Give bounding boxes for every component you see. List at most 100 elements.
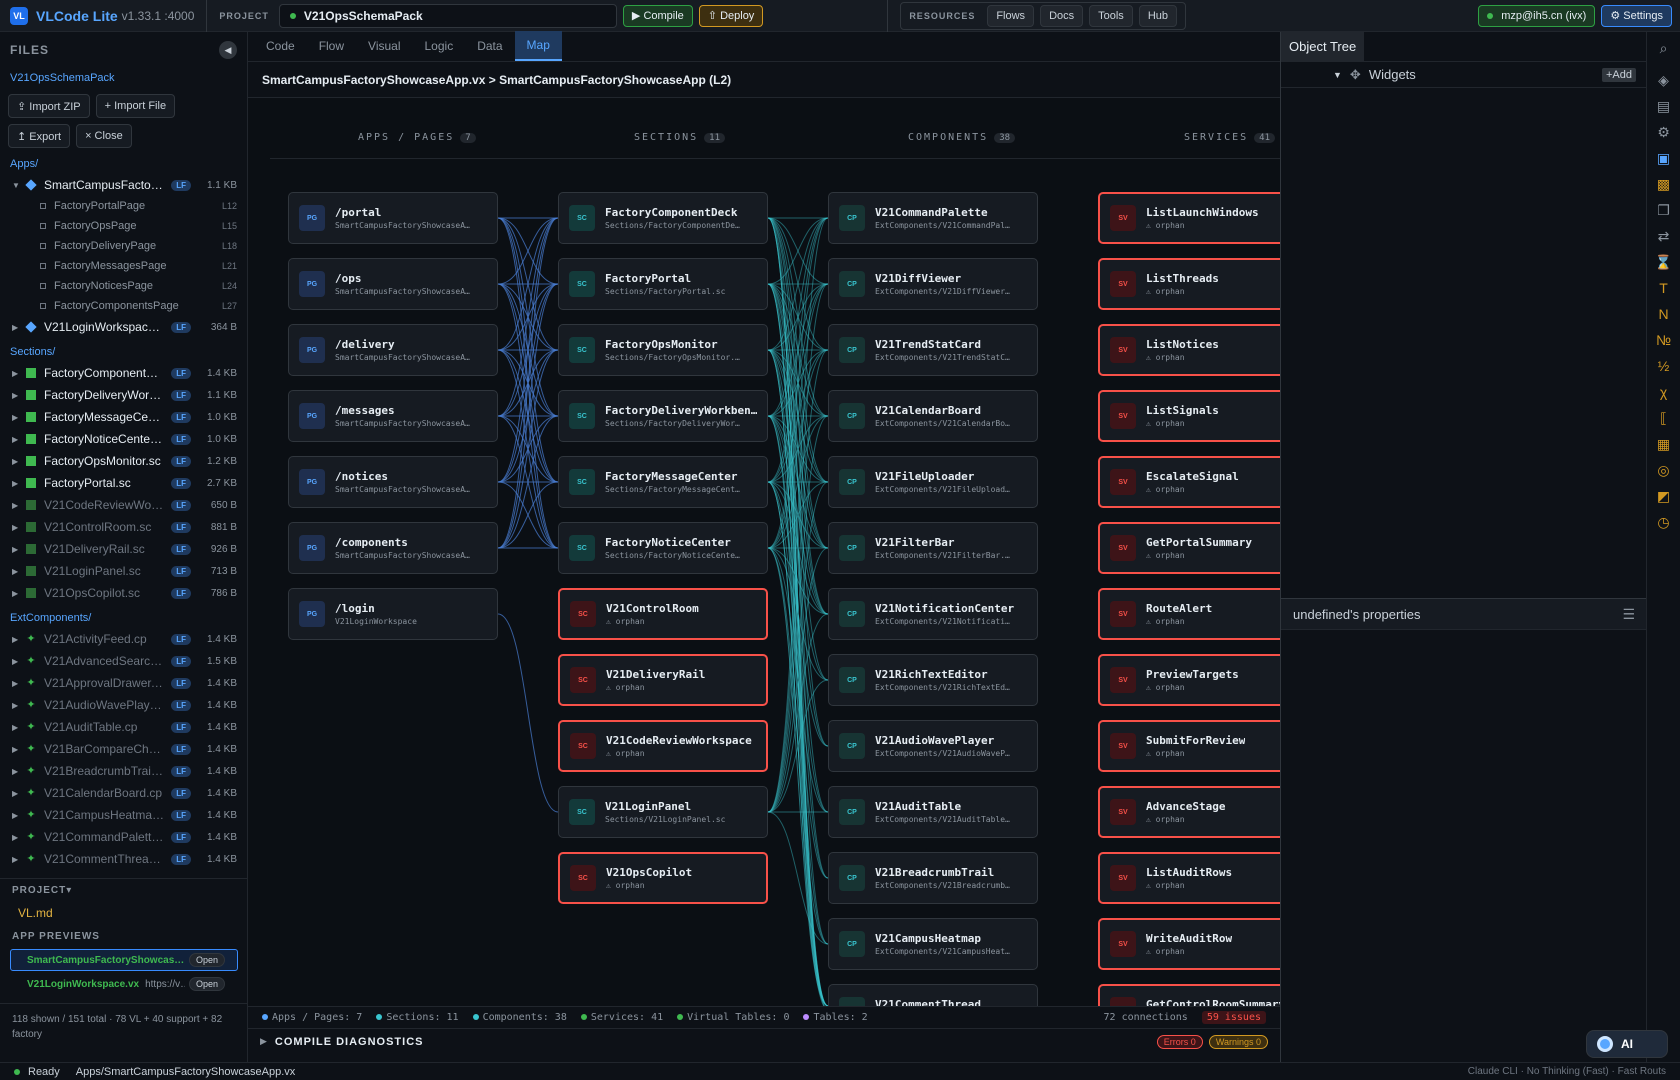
clock-icon[interactable]: ◷ (1654, 512, 1674, 532)
file-row[interactable]: ▶ ✦ V21AuditTable.cp LF 1.4 KB (0, 716, 247, 738)
expand-right-icon[interactable]: ▶ (12, 701, 26, 710)
expand-right-icon[interactable]: ▶ (12, 323, 26, 332)
map-node-card[interactable]: SV AdvanceStage ⚠ orphan (1098, 786, 1280, 838)
file-row[interactable]: ▶ V21OpsCopilot.sc LF 786 B (0, 582, 247, 604)
expand-right-icon[interactable]: ▶ (12, 745, 26, 754)
map-node-card[interactable]: CP V21NotificationCenter ExtComponents/V21… (828, 588, 1038, 640)
vl-md-link[interactable]: VL.md (0, 901, 247, 925)
expand-down-icon[interactable]: ▼ (1333, 70, 1342, 80)
file-row[interactable]: ▶ ✦ V21AdvancedSearch… LF 1.5 KB (0, 650, 247, 672)
preview-row[interactable]: SmartCampusFactoryShowcaseApp. Open (10, 949, 238, 971)
map-node-card[interactable]: PG/components SmartCampusFactoryShowcaseA… (288, 522, 498, 574)
page-item[interactable]: FactoryPortalPage L12 (0, 196, 247, 216)
map-node-card[interactable]: SC V21CodeReviewWorkspace ⚠ orphan (558, 720, 768, 772)
project-link[interactable]: V21OpsSchemaPack (0, 68, 247, 88)
tree-row-widgets[interactable]: ▼ ✥ Widgets +Add (1281, 62, 1646, 88)
expand-right-icon[interactable]: ▶ (12, 501, 26, 510)
text-icon[interactable]: T (1654, 278, 1674, 298)
expand-right-icon[interactable]: ▶ (12, 391, 26, 400)
open-button[interactable]: Open (188, 977, 225, 991)
expand-right-icon[interactable]: ▶ (12, 589, 26, 598)
file-row[interactable]: ▶ V21ControlRoom.sc LF 881 B (0, 516, 247, 538)
expand-right-icon[interactable]: ▶ (12, 635, 26, 644)
open-button[interactable]: Open (188, 953, 225, 967)
file-row[interactable]: ▶ ✦ V21CommandPalette… LF 1.4 KB (0, 826, 247, 848)
export-button[interactable]: ↥ Export (8, 124, 71, 148)
map-node-card[interactable]: CP V21CalendarBoard ExtComponents/V21Calen… (828, 390, 1038, 442)
add-widget-button[interactable]: +Add (1602, 67, 1636, 82)
map-node-card[interactable]: CP V21RichTextEditor ExtComponents/V21Rich… (828, 654, 1038, 706)
tab-flow[interactable]: Flow (307, 31, 356, 61)
ai-button[interactable]: AI (1586, 1030, 1668, 1058)
bracket-icon[interactable]: ⟦ (1654, 408, 1674, 428)
map-node-card[interactable]: CP V21CommandPalette ExtComponents/V21Comm… (828, 192, 1038, 244)
tab-map[interactable]: Map (514, 31, 562, 61)
collapse-panel-icon[interactable]: ◀ (219, 41, 237, 59)
map-node-card[interactable]: SV GetPortalSummary ⚠ orphan (1098, 522, 1280, 574)
swap-icon[interactable]: ⇄ (1654, 226, 1674, 246)
variable-icon[interactable]: χ (1654, 382, 1674, 402)
user-badge[interactable]: mzp@ih5.cn (ivx) (1478, 4, 1596, 27)
issues-badge[interactable]: 59 issues (1201, 1011, 1266, 1024)
note-icon[interactable]: ▩ (1654, 174, 1674, 194)
tab-code[interactable]: Code (254, 31, 307, 61)
map-node-card[interactable]: SV PreviewTargets ⚠ orphan (1098, 654, 1280, 706)
map-node-card[interactable]: CPV21CommentThreadExtComponents/V21Comme… (828, 984, 1038, 1006)
file-row[interactable]: ▶ ✦ V21ActivityFeed.cp LF 1.4 KB (0, 628, 247, 650)
page-item[interactable]: FactoryNoticesPage L24 (0, 276, 247, 296)
file-row[interactable]: ▶ V21DeliveryRail.sc LF 926 B (0, 538, 247, 560)
file-row[interactable]: ▶ FactoryPortal.sc LF 2.7 KB (0, 472, 247, 494)
file-row[interactable]: ▶ ✦ V21BarCompareChar… LF 1.4 KB (0, 738, 247, 760)
page-item[interactable]: FactoryDeliveryPage L18 (0, 236, 247, 256)
import-zip-button[interactable]: ⇪ Import ZIP (8, 94, 90, 118)
deploy-button[interactable]: ⇧ Deploy (698, 4, 764, 27)
page-item[interactable]: FactoryOpsPage L15 (0, 216, 247, 236)
expand-right-icon[interactable]: ▶ (12, 811, 26, 820)
preview-url[interactable]: https://v… (145, 979, 185, 990)
menu-icon[interactable]: ☰ (1622, 606, 1635, 623)
copy-icon[interactable]: ❐ (1654, 200, 1674, 220)
project-selector[interactable]: V21OpsSchemaPack (278, 3, 617, 28)
page-item[interactable]: FactoryComponentsPage L27 (0, 296, 247, 316)
fraction-icon[interactable]: ½ (1654, 356, 1674, 376)
file-row[interactable]: ▶ ✦ V21CommentThread.… LF 1.4 KB (0, 848, 247, 870)
map-node-card[interactable]: SV EscalateSignal ⚠ orphan (1098, 456, 1280, 508)
compile-diagnostics-bar[interactable]: ▶ COMPILE DIAGNOSTICS Errors 0 Warnings … (248, 1028, 1280, 1054)
map-node-card[interactable]: SV ListNotices ⚠ orphan (1098, 324, 1280, 376)
map-node-card[interactable]: CP V21CampusHeatmap ExtComponents/V21Campu… (828, 918, 1038, 970)
preview-row[interactable]: V21LoginWorkspace.vx https://v… Open (10, 973, 238, 995)
target-icon[interactable]: ◎ (1654, 460, 1674, 480)
map-node-card[interactable]: SV ListSignals ⚠ orphan (1098, 390, 1280, 442)
map-node-card[interactable]: SC FactoryNoticeCenter Sections/FactoryNot… (558, 522, 768, 574)
hourglass-icon[interactable]: ⌛ (1654, 252, 1674, 272)
expand-right-icon[interactable]: ▶ (12, 567, 26, 576)
map-node-card[interactable]: CP V21AudioWavePlayer ExtComponents/V21Aud… (828, 720, 1038, 772)
expand-right-icon[interactable]: ▶ (12, 657, 26, 666)
map-node-card[interactable]: SC FactoryDeliveryWorkben… Sections/Factor… (558, 390, 768, 442)
expand-right-icon[interactable]: ▶ (12, 789, 26, 798)
map-node-card[interactable]: SC V21OpsCopilot ⚠ orphan (558, 852, 768, 904)
map-node-card[interactable]: SVGetControlRoomSummary⚠ orphan (1098, 984, 1280, 1006)
expand-right-icon[interactable]: ▶ (12, 369, 26, 378)
file-row[interactable]: ▼ SmartCampusFactor… LF 1.1 KB (0, 174, 247, 196)
file-row[interactable]: ▶ FactoryDeliveryWork… LF 1.1 KB (0, 384, 247, 406)
project-header[interactable]: PROJECT▾ (0, 879, 247, 901)
map-node-card[interactable]: CP V21BreadcrumbTrail ExtComponents/V21Bre… (828, 852, 1038, 904)
image-icon[interactable]: ◩ (1654, 486, 1674, 506)
map-node-card[interactable]: SC V21LoginPanel Sections/V21LoginPanel.sc (558, 786, 768, 838)
map-node-card[interactable]: CP V21AuditTable ExtComponents/V21AuditTab… (828, 786, 1038, 838)
expand-right-icon[interactable]: ▶ (12, 855, 26, 864)
file-row[interactable]: ▶ FactoryOpsMonitor.sc LF 1.2 KB (0, 450, 247, 472)
close-button[interactable]: × Close (76, 124, 132, 148)
map-node-card[interactable]: SV ListLaunchWindows ⚠ orphan (1098, 192, 1280, 244)
expand-right-icon[interactable]: ▶ (12, 413, 26, 422)
compile-button[interactable]: ▶ Compile (622, 4, 693, 27)
file-row[interactable]: ▶ ✦ V21AudioWavePlayer… LF 1.4 KB (0, 694, 247, 716)
map-node-card[interactable]: SC FactoryMessageCenter Sections/FactoryMe… (558, 456, 768, 508)
expand-right-icon[interactable]: ▶ (12, 767, 26, 776)
map-node-card[interactable]: PG/ops SmartCampusFactoryShowcaseA… (288, 258, 498, 310)
map-node-card[interactable]: CP V21TrendStatCard ExtComponents/V21Trend… (828, 324, 1038, 376)
tools-button[interactable]: Tools (1089, 4, 1133, 27)
file-row[interactable]: ▶ V21CodeReviewWork… LF 650 B (0, 494, 247, 516)
expand-right-icon[interactable]: ▶ (12, 435, 26, 444)
